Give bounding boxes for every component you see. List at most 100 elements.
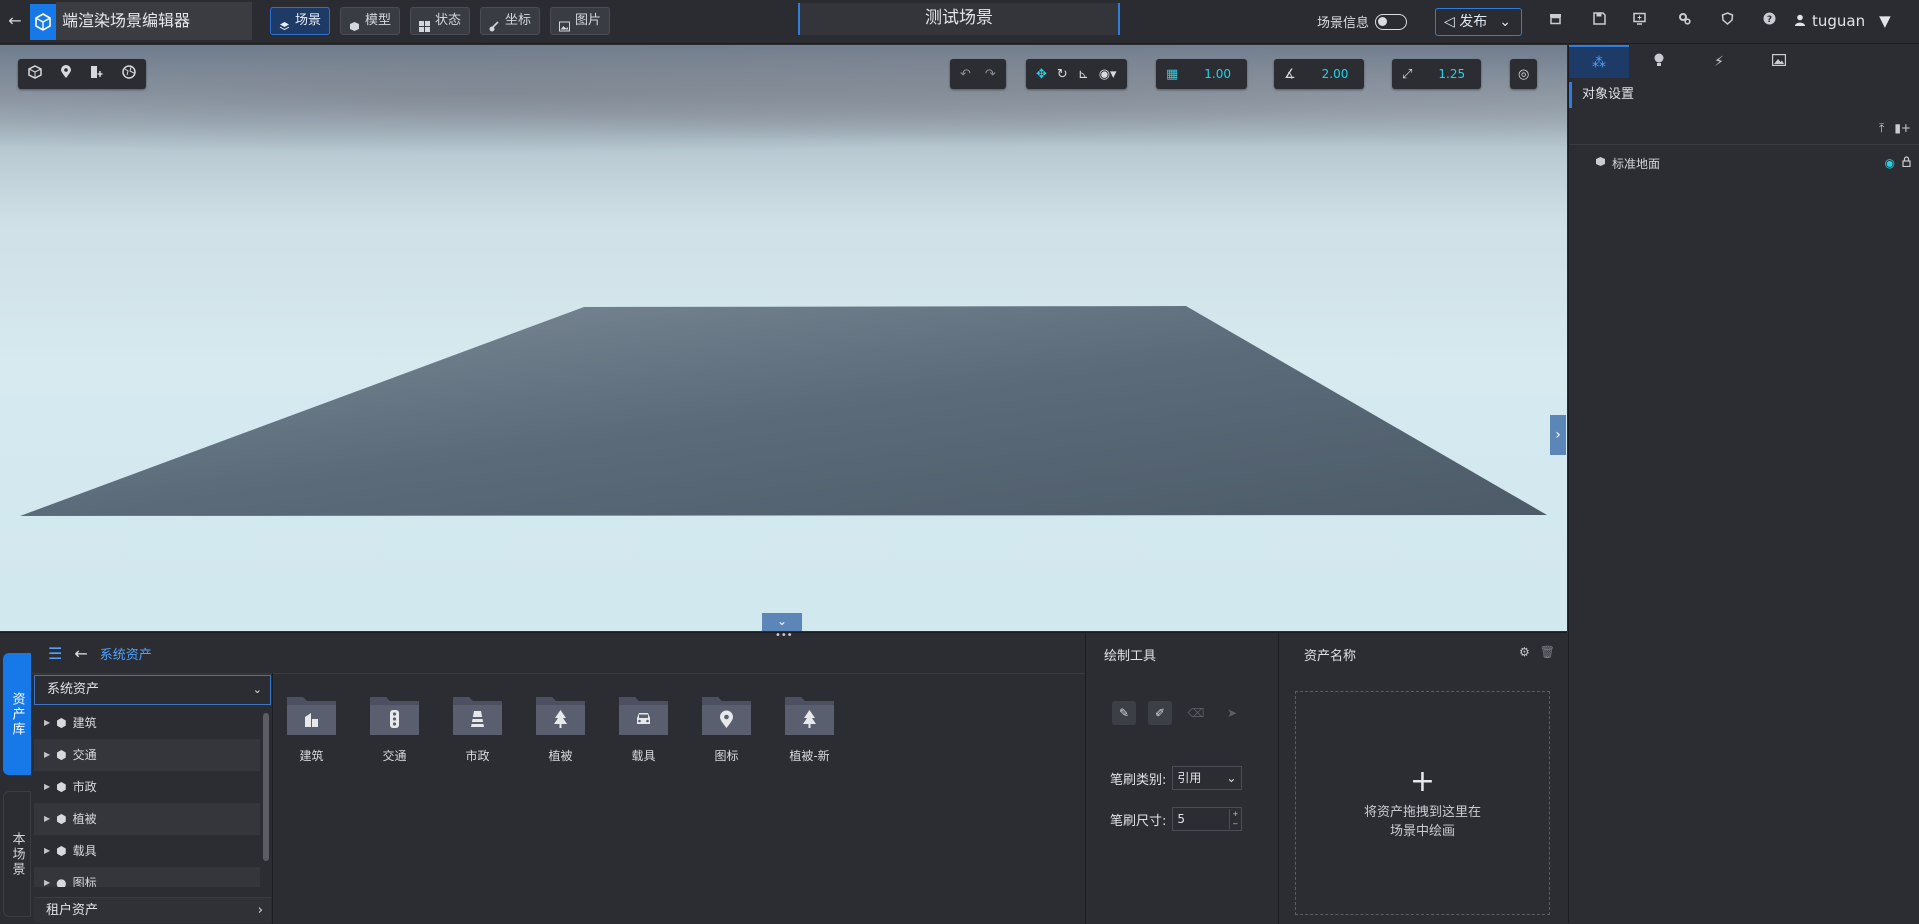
scale-snap-control[interactable]: ⤢ 1.25 (1392, 59, 1482, 89)
tab-environment[interactable] (1749, 45, 1809, 78)
resize-handle[interactable]: ••• (775, 630, 793, 641)
expand-triangle-icon[interactable]: ▶ (44, 771, 50, 803)
pivot-dropdown-icon[interactable]: ◉▾ (1099, 67, 1117, 82)
brush-remove-icon[interactable]: ✐ (1148, 701, 1172, 725)
lock-icon[interactable] (1902, 156, 1911, 170)
scrollbar[interactable] (263, 713, 269, 861)
image-icon (559, 16, 570, 31)
side-tab-asset-library[interactable]: 资产库 (3, 653, 31, 775)
folder-icons[interactable]: 图标 (700, 693, 753, 764)
undo-icon[interactable]: ↶ (960, 67, 971, 82)
app-title: 端渲染场景编辑器 (56, 2, 252, 40)
angle-snap-control[interactable]: ∡ 2.00 (1274, 59, 1365, 89)
publish-button[interactable]: ◁ 发布 ⌄ (1435, 8, 1522, 36)
tab-objects[interactable]: ⁂ (1569, 45, 1629, 78)
draw-tool-buttons: ✎ ✐ ⌫ ➤ (1112, 701, 1244, 725)
scale-snap-value[interactable]: 1.25 (1438, 67, 1465, 81)
building-add-icon[interactable]: ▮+ (1894, 121, 1911, 136)
tree-node-label: 建筑 (72, 716, 97, 730)
expand-triangle-icon[interactable]: ▶ (44, 739, 50, 771)
gear-icon[interactable]: ⚙ (1519, 645, 1530, 659)
tree-node-building[interactable]: ▶ ⬢ 建筑 (34, 707, 260, 739)
draw-tools-panel: 绘制工具 ✎ ✐ ⌫ ➤ 笔刷类别: 引用 ⌄ 笔刷尺寸: 5 + − (1086, 633, 1278, 924)
scene-tree-item[interactable]: 标准地面 ◉ (1595, 153, 1913, 173)
cube-view-icon[interactable] (28, 65, 42, 83)
grid-snap-value[interactable]: 1.00 (1204, 67, 1231, 81)
scene-info-toggle[interactable]: 场景信息 (1317, 12, 1408, 31)
user-menu[interactable]: tuguan ▼ (1794, 12, 1891, 30)
expand-triangle-icon[interactable]: ▶ (44, 803, 50, 835)
select-cursor-icon[interactable]: ➤ (1220, 701, 1244, 725)
toggle-switch[interactable] (1375, 13, 1408, 30)
tab-state[interactable]: 状态 (410, 7, 471, 35)
eraser-icon[interactable]: ⌫ (1184, 701, 1208, 725)
help-icon[interactable]: ? (1760, 12, 1778, 30)
folder-label: 载具 (631, 749, 656, 763)
side-tab-this-scene[interactable]: 本场景 (3, 791, 31, 917)
folder-label: 市政 (465, 749, 490, 763)
folder-vehicle[interactable]: 载具 (617, 693, 670, 764)
expand-triangle-icon[interactable]: ▶ (44, 707, 50, 739)
expand-triangle-icon[interactable]: ▶ (44, 835, 50, 867)
tree-node-vegetation[interactable]: ▶ ⬢ 植被 (34, 803, 260, 835)
tab-coordinate-label: 坐标 (505, 13, 532, 28)
redo-icon[interactable]: ↷ (985, 67, 996, 82)
tab-effects[interactable]: ⚡ (1689, 45, 1749, 78)
3d-viewport[interactable]: ↶ ↷ ✥ ↻ ⊾ ◉▾ ▦ 1.00 ∡ 2.00 ⤢ 1.25 ◎ › ⌄ (0, 45, 1567, 631)
shield-icon[interactable] (1718, 12, 1736, 30)
move-icon[interactable]: ✥ (1036, 67, 1047, 82)
tree-node-icon[interactable]: ▶ ● 图标 (34, 867, 260, 887)
trash-icon[interactable]: 🗑 (1540, 645, 1555, 659)
collapse-bottom-panel-chevron-icon[interactable]: ⌄ (762, 613, 802, 631)
tab-coordinate[interactable]: 坐标 (480, 7, 541, 35)
grid-snap-control[interactable]: ▦ 1.00 (1156, 59, 1248, 89)
upload-icon[interactable]: ⤒ (1879, 121, 1884, 136)
brush-size-input[interactable]: 5 + − (1172, 807, 1243, 831)
brush-type-select[interactable]: 引用 ⌄ (1172, 766, 1243, 790)
save-icon[interactable] (1590, 12, 1608, 30)
visibility-eye-icon[interactable]: ◉ (1885, 156, 1895, 170)
folder-vegetation[interactable]: 植被 (534, 693, 587, 764)
tree-node-municipal[interactable]: ▶ ⬢ 市政 (34, 771, 260, 803)
system-assets-dropdown[interactable]: 系统资产 ⌄ (34, 675, 271, 705)
globe-icon[interactable] (122, 65, 136, 83)
expand-triangle-icon[interactable]: ▶ (44, 867, 50, 887)
brush-type-value: 引用 (1177, 771, 1202, 785)
building-add-icon[interactable] (90, 65, 104, 83)
chevron-right-icon: › (257, 903, 263, 918)
axis-icon[interactable]: ⊾ (1078, 67, 1089, 82)
back-arrow-icon[interactable]: ← (74, 644, 87, 663)
folder-icon (534, 693, 587, 737)
focus-target-button[interactable]: ◎ (1510, 59, 1538, 89)
asset-drop-zone[interactable]: + 将资产拖拽到这里在 场景中绘画 (1295, 691, 1550, 915)
tree-node-traffic[interactable]: ▶ ⬢ 交通 (34, 739, 260, 771)
ground-plane[interactable] (0, 45, 1567, 631)
folder-municipal[interactable]: 市政 (451, 693, 504, 764)
monitor-icon[interactable] (1630, 12, 1648, 30)
cube-icon: ⬢ (56, 844, 67, 858)
back-arrow-icon[interactable]: ← (4, 10, 26, 32)
tree-node-label: 交通 (72, 748, 97, 762)
expand-right-panel-chevron-icon[interactable]: › (1550, 415, 1566, 455)
location-pin-icon[interactable] (60, 65, 72, 83)
rotate-icon[interactable]: ↻ (1057, 67, 1068, 82)
folder-traffic[interactable]: 交通 (368, 693, 421, 764)
grid-snap-icon: ▦ (1166, 66, 1179, 82)
chevron-down-icon: ⌄ (1226, 771, 1237, 785)
brush-icon[interactable]: ✎ (1112, 701, 1136, 725)
menu-hamburger-icon[interactable]: ☰ (48, 644, 62, 663)
folder-building[interactable]: 建筑 (285, 693, 338, 764)
settings-gear-icon[interactable] (1675, 12, 1693, 30)
breadcrumb[interactable]: 系统资产 (100, 644, 152, 663)
tab-model[interactable]: 模型 (340, 7, 401, 35)
archive-icon[interactable] (1546, 12, 1564, 30)
tab-image[interactable]: 图片 (550, 7, 611, 35)
tree-node-vehicle[interactable]: ▶ ⬢ 载具 (34, 835, 260, 867)
folder-vegetation-new[interactable]: 植被-新 (783, 693, 836, 764)
tenant-assets-section[interactable]: 租户资产 › (34, 897, 271, 923)
tab-lighting[interactable] (1629, 45, 1689, 78)
angle-snap-value[interactable]: 2.00 (1322, 67, 1349, 81)
tab-scene[interactable]: 场景 (270, 7, 331, 35)
number-spinner[interactable]: + − (1229, 809, 1240, 829)
scale-icon: ⤢ (1402, 66, 1413, 82)
